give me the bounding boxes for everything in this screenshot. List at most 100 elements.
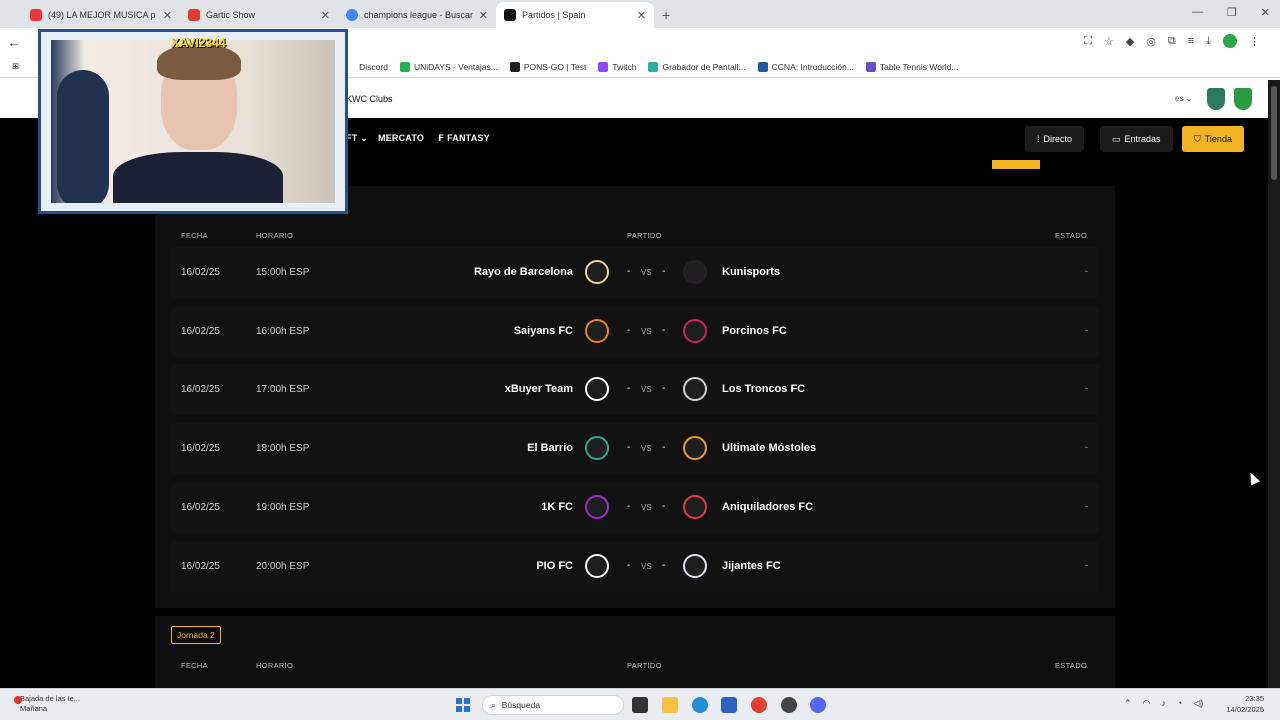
obs-icon[interactable]: [781, 697, 797, 713]
ticket-icon: ▭: [1112, 133, 1121, 144]
language-selector[interactable]: es ⌄: [1175, 94, 1192, 103]
home-team-logo-icon[interactable]: [585, 377, 609, 402]
tienda-button[interactable]: ⛉ Tienda: [1182, 126, 1244, 152]
away-team-name[interactable]: Los Troncos FC: [722, 383, 805, 395]
table-row[interactable]: 16/02/25 19:00h ESP 1K FC - VS - Aniquiladores…: [171, 481, 1099, 533]
nav-item-fantasy[interactable]: 𝗙 FANTASY: [438, 133, 490, 144]
entradas-button[interactable]: ▭ Entradas: [1100, 126, 1173, 152]
away-team-logo-icon[interactable]: [683, 494, 707, 519]
home-team-name[interactable]: 1K FC: [541, 501, 573, 513]
home-team-logo-icon[interactable]: [585, 553, 609, 578]
jornada-badge[interactable]: Jornada 2: [171, 626, 221, 644]
minimize-icon[interactable]: —: [1192, 6, 1203, 19]
page-scrollbar[interactable]: [1268, 80, 1280, 688]
wifi-icon[interactable]: ◔: [1177, 698, 1182, 709]
away-team-logo-icon[interactable]: [683, 553, 707, 578]
clock[interactable]: 23:35 14/02/2025: [1226, 693, 1264, 715]
bookmark-unidays[interactable]: UNiDAYS - Ventajas...: [394, 61, 504, 72]
star-icon[interactable]: ☆: [1104, 35, 1114, 48]
bookmark-grabador[interactable]: Grabador de Pantall...: [642, 61, 751, 72]
header-partido: PARTIDO: [627, 661, 662, 670]
mic-icon[interactable]: ♪: [1161, 698, 1166, 709]
table-row[interactable]: 16/02/25 16:00h ESP Saiyans FC - VS - Porcinos…: [171, 305, 1099, 357]
bookmark-twitch[interactable]: Twitch: [592, 61, 642, 72]
away-team-name[interactable]: Jijantes FC: [722, 560, 781, 572]
maximize-icon[interactable]: ❐: [1227, 6, 1237, 19]
tab-gartic[interactable]: Gartic Show ✕: [180, 2, 338, 28]
home-team-logo-icon[interactable]: [585, 494, 609, 519]
bookmark-table-tennis[interactable]: Table Tennis World...: [860, 61, 965, 72]
scroll-thumb[interactable]: [1271, 86, 1277, 180]
away-team-logo-icon[interactable]: [683, 260, 707, 284]
directo-button[interactable]: ⁞ Directo: [1025, 126, 1085, 152]
home-team-name[interactable]: El Barrio: [527, 442, 573, 454]
vs-label: VS: [641, 502, 652, 512]
vs-label: VS: [641, 561, 652, 571]
apps-icon[interactable]: ⊞: [6, 61, 25, 72]
away-score: -: [662, 383, 666, 395]
puzzle-icon[interactable]: ⧉: [1168, 35, 1176, 48]
home-team-logo-icon[interactable]: [585, 318, 609, 343]
edge-icon[interactable]: [692, 697, 708, 713]
header-estado: ESTADO: [1055, 661, 1088, 670]
close-icon[interactable]: ✕: [321, 9, 330, 22]
menu-icon[interactable]: ⋮: [1249, 35, 1260, 48]
chevron-up-icon[interactable]: ⌃: [1124, 698, 1132, 709]
weather-widget[interactable]: Bajada de las te... Mañana: [14, 694, 80, 714]
club-crest-icon[interactable]: [1207, 88, 1225, 110]
new-tab-button[interactable]: +: [654, 2, 678, 28]
club-crest-icon[interactable]: [1234, 88, 1252, 110]
tab-music[interactable]: (49) LA MEJOR MUSICA p ✕: [22, 2, 180, 28]
bookmark-pons[interactable]: PONS-GO | Test: [504, 61, 593, 72]
away-team-name[interactable]: Ultimate Móstoles: [722, 442, 816, 454]
away-team-name[interactable]: Aniquiladores FC: [722, 501, 813, 513]
nav-item-draft[interactable]: FT ⌄: [346, 133, 368, 144]
home-team-logo-icon[interactable]: [585, 436, 609, 461]
close-icon[interactable]: ✕: [637, 9, 646, 22]
home-team-logo-icon[interactable]: [585, 260, 609, 284]
home-team-name[interactable]: Rayo de Barcelona: [474, 266, 573, 278]
tab-partidos[interactable]: Partidos | Spain ✕: [496, 2, 654, 28]
download-icon[interactable]: ⤓: [1206, 35, 1211, 48]
network-icon[interactable]: ◠: [1143, 698, 1151, 709]
reading-list-icon[interactable]: ≡: [1188, 35, 1194, 47]
close-icon[interactable]: ✕: [479, 9, 488, 22]
table-row[interactable]: 16/02/25 20:00h ESP PIO FC - VS - Jijantes FC -: [171, 540, 1099, 592]
away-team-logo-icon[interactable]: [683, 318, 707, 343]
away-team-name[interactable]: Porcinos FC: [722, 325, 787, 337]
bookmark-ccna[interactable]: CCNA: Introducción...: [752, 61, 860, 72]
match-date: 16/02/25: [181, 267, 220, 278]
kwc-clubs-link[interactable]: KWC Clubs: [346, 94, 393, 104]
task-view-icon[interactable]: [632, 697, 648, 713]
tab-google[interactable]: champions league - Buscar con ✕: [338, 2, 496, 28]
table-row[interactable]: 16/02/25 15:00h ESP Rayo de Barcelona - VS - K…: [171, 247, 1099, 298]
store-icon[interactable]: [721, 697, 737, 713]
profile-avatar[interactable]: [1223, 34, 1237, 48]
translate-icon[interactable]: ⛶: [1084, 35, 1092, 48]
close-icon[interactable]: ✕: [163, 9, 172, 22]
home-team-name[interactable]: Saiyans FC: [514, 325, 573, 337]
away-score: -: [662, 559, 666, 571]
bookmark-discord[interactable]: Discord: [353, 62, 394, 72]
discord-icon[interactable]: [810, 697, 826, 713]
vs-label: VS: [641, 444, 652, 454]
away-team-logo-icon[interactable]: [683, 377, 707, 402]
home-team-name[interactable]: PIO FC: [536, 560, 573, 572]
close-window-icon[interactable]: ✕: [1261, 6, 1270, 19]
home-team-name[interactable]: xBuyer Team: [505, 383, 573, 395]
file-explorer-icon[interactable]: [662, 697, 678, 713]
table-row[interactable]: 16/02/25 18:00h ESP El Barrio - VS - Ultimate …: [171, 423, 1099, 475]
away-team-name[interactable]: Kunisports: [722, 266, 780, 278]
home-score: -: [627, 442, 631, 454]
nav-item-mercato[interactable]: MERCATO: [378, 133, 424, 143]
table-row[interactable]: 16/02/25 17:00h ESP xBuyer Team - VS - Los Tro…: [171, 364, 1099, 416]
extension-icon[interactable]: ◆: [1126, 35, 1134, 48]
away-team-logo-icon[interactable]: [683, 436, 707, 461]
windows-start-icon[interactable]: [456, 698, 470, 712]
taskbar-search[interactable]: ⌕ Búsqueda: [482, 695, 624, 715]
volume-icon[interactable]: ◁): [1193, 698, 1203, 709]
streamer-body: [113, 152, 283, 203]
back-icon[interactable]: ←: [0, 35, 28, 50]
vpn-icon[interactable]: ◎: [1146, 35, 1156, 48]
chrome-icon[interactable]: [751, 697, 767, 713]
